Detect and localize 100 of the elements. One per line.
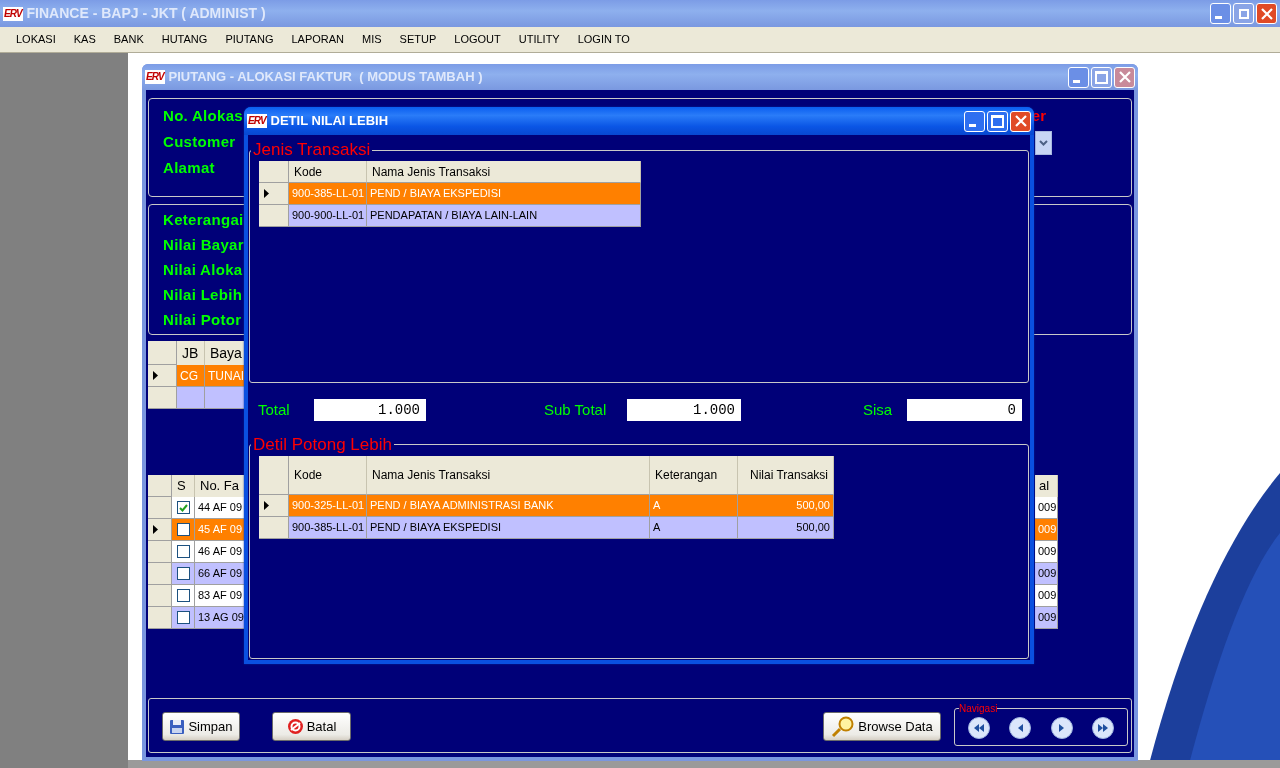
app-logo: ERV xyxy=(247,114,267,128)
checkbox[interactable] xyxy=(176,523,190,536)
table-cell: 44 AF 09 xyxy=(195,497,245,519)
left-arrow-icon xyxy=(974,724,984,732)
first-record-button[interactable] xyxy=(968,717,990,739)
table-cell: 66 AF 09 xyxy=(195,563,245,585)
table-cell: 83 AF 09 xyxy=(195,585,245,607)
close-button[interactable] xyxy=(1256,3,1277,24)
cancel-button[interactable]: Batal xyxy=(272,712,351,741)
column-header[interactable]: JB xyxy=(177,341,205,365)
table-cell: CG xyxy=(177,365,205,387)
checkbox[interactable] xyxy=(176,611,190,624)
magnifier-icon xyxy=(831,715,856,738)
menu-item[interactable]: LOGIN TO xyxy=(568,31,639,48)
field-label: No. Alokas xyxy=(163,107,243,125)
field-label: Customer xyxy=(163,133,236,151)
table-cell: A xyxy=(650,494,738,517)
checkbox[interactable] xyxy=(176,501,190,514)
previous-record-button[interactable] xyxy=(1009,717,1032,739)
table-cell: 45 AF 09 xyxy=(195,519,245,541)
field-label: Nilai Potor xyxy=(163,311,242,329)
checkbox[interactable] xyxy=(176,545,190,558)
table-cell: 900-385-LL-01 xyxy=(289,183,367,205)
column-header[interactable]: Nama Jenis Transaksi xyxy=(367,161,641,183)
column-header[interactable]: al xyxy=(1035,475,1058,497)
column-header[interactable]: No. Fa xyxy=(195,475,245,497)
cancel-icon xyxy=(286,718,304,735)
row-header[interactable] xyxy=(259,494,289,517)
field-label: Nilai Lebih xyxy=(163,286,243,304)
group-title: Detil Potong Lebih xyxy=(252,435,393,454)
row-header[interactable] xyxy=(259,183,289,205)
dropdown-button[interactable] xyxy=(1035,131,1052,155)
checkmark-icon xyxy=(178,503,188,512)
menu-item[interactable]: PIUTANG xyxy=(216,31,283,48)
table-cell: TUNAI xyxy=(205,365,245,387)
field-label: Nilai Bayar xyxy=(163,236,244,254)
menu-item[interactable]: LOGOUT xyxy=(445,31,510,48)
menu-item[interactable]: BANK xyxy=(104,31,153,48)
table-cell: PEND / BIAYA EKSPEDISI xyxy=(367,183,641,205)
menu-item[interactable]: HUTANG xyxy=(152,31,217,48)
corner-header xyxy=(259,455,289,495)
table-cell: A xyxy=(650,516,738,539)
browse-button[interactable]: Browse Data xyxy=(823,712,941,741)
column-header[interactable]: S xyxy=(172,475,195,497)
checkbox[interactable] xyxy=(176,589,190,602)
window-title: DETIL NILAI LEBIH xyxy=(270,112,389,131)
close-button[interactable] xyxy=(1010,110,1031,132)
table-cell: 500,00 xyxy=(738,494,834,517)
number-field[interactable]: 0 xyxy=(907,399,1022,422)
menu-item[interactable]: KAS xyxy=(64,31,105,48)
right-arrow-icon xyxy=(1059,724,1065,732)
column-header[interactable]: Baya xyxy=(205,341,245,365)
app-logo: ERV xyxy=(3,6,23,21)
total-label: Total xyxy=(258,400,291,420)
left-arrow-icon xyxy=(1017,724,1023,732)
menu-item[interactable]: MIS xyxy=(353,31,391,48)
column-header[interactable]: Nama Jenis Transaksi xyxy=(367,455,650,495)
table-cell xyxy=(177,387,205,409)
maximize-button[interactable] xyxy=(987,110,1008,132)
chevron-down-icon xyxy=(1039,140,1048,146)
corner-header xyxy=(148,341,177,365)
close-icon xyxy=(1014,115,1027,127)
field-label: Keterangai xyxy=(163,211,244,229)
menu-item[interactable]: SETUP xyxy=(390,31,446,48)
minimize-button[interactable] xyxy=(1210,3,1231,24)
table-cell: 009 xyxy=(1035,497,1058,519)
table-cell: 500,00 xyxy=(738,516,834,539)
group-title: Navigasi xyxy=(959,703,998,714)
menu-item[interactable]: UTILITY xyxy=(509,31,569,48)
corner-header xyxy=(148,475,172,497)
field-label: Alamat xyxy=(163,159,215,177)
row-pointer-icon xyxy=(153,371,158,380)
column-header[interactable]: Kode xyxy=(289,455,367,495)
field-label: Nilai Aloka xyxy=(163,261,243,279)
minimize-button[interactable] xyxy=(1068,66,1089,88)
table-cell xyxy=(205,387,245,409)
menu-item[interactable]: LAPORAN xyxy=(282,31,354,48)
row-pointer-icon xyxy=(264,500,269,510)
row-header[interactable] xyxy=(148,365,177,387)
menu-item[interactable]: LOKASI xyxy=(7,31,65,48)
column-header[interactable]: Keterangan xyxy=(650,455,738,495)
total-label: Sub Total xyxy=(544,400,608,420)
window-title: FINANCE - BAPJ - JKT ( ADMINIST ) xyxy=(26,4,266,23)
next-record-button[interactable] xyxy=(1050,717,1073,739)
table-cell: 900-385-LL-01 xyxy=(289,516,367,539)
table-cell: 900-900-LL-01 xyxy=(289,205,367,227)
window-title: PIUTANG - ALOKASI FAKTUR ( MODUS TAMBAH ) xyxy=(168,68,483,87)
group-title: Jenis Transaksi xyxy=(252,141,372,159)
checkbox[interactable] xyxy=(176,567,190,580)
table-cell: 009 xyxy=(1035,519,1058,541)
row-header[interactable] xyxy=(148,519,172,541)
minimize-button[interactable] xyxy=(964,110,985,132)
column-header[interactable]: Nilai Transaksi xyxy=(738,455,834,495)
number-field[interactable]: 1.000 xyxy=(314,399,426,422)
save-button[interactable]: Simpan xyxy=(162,712,240,741)
table-cell: 900-325-LL-01 xyxy=(289,494,367,517)
number-field[interactable]: 1.000 xyxy=(627,399,741,422)
last-record-button[interactable] xyxy=(1092,717,1114,739)
table-cell: 009 xyxy=(1035,607,1058,629)
column-header[interactable]: Kode xyxy=(289,161,367,183)
